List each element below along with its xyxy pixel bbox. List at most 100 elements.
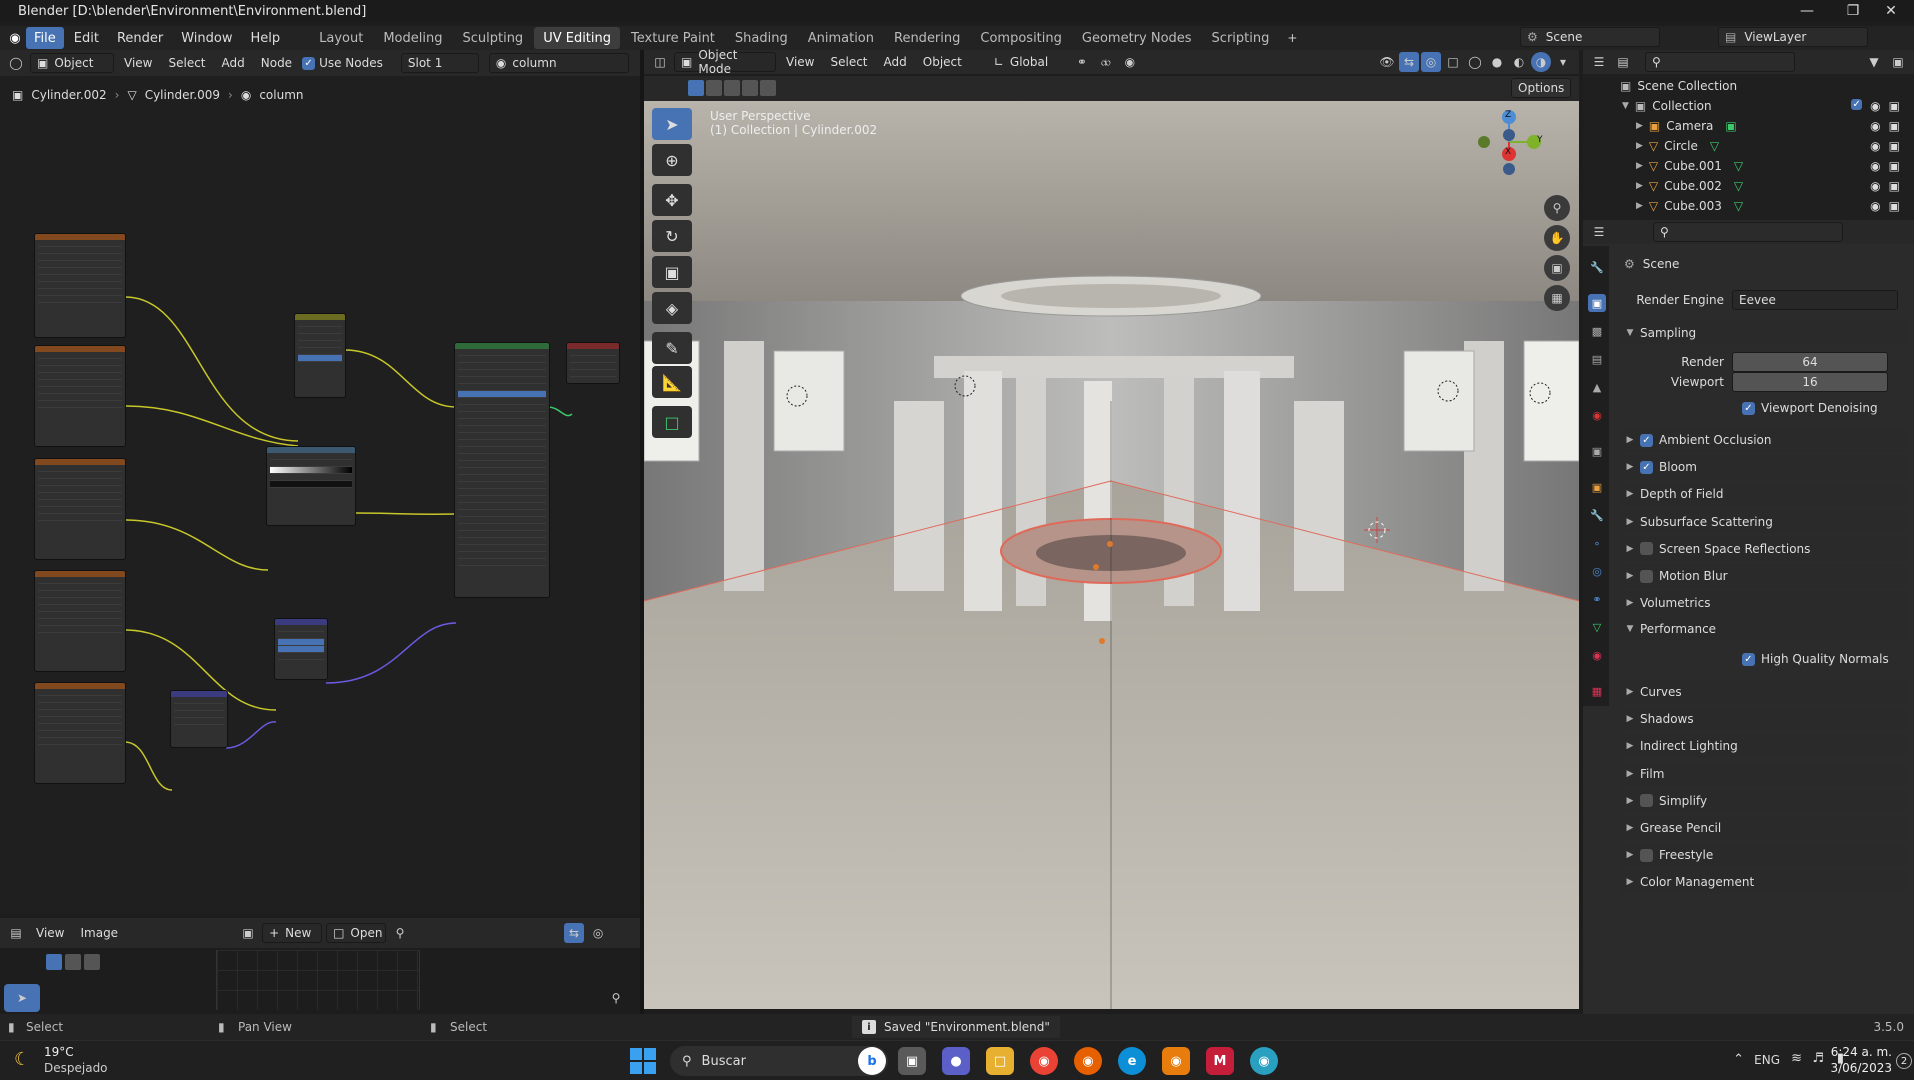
material-tab-icon[interactable]: ◉ [1588, 646, 1606, 664]
viewport-denoising-row[interactable]: ✓ Viewport Denoising [1620, 397, 1906, 419]
display-mode-icon[interactable]: ▤ [1613, 52, 1633, 72]
blender-taskbar-icon[interactable]: ◉ [1162, 1047, 1190, 1075]
overlay-icon[interactable]: ◎ [588, 923, 608, 943]
select-box-icon[interactable] [46, 954, 62, 970]
image-texture-node[interactable] [34, 570, 126, 672]
image-texture-node[interactable] [34, 233, 126, 338]
render-tab-icon[interactable]: ▣ [1588, 294, 1606, 312]
new-collection-icon[interactable]: ▣ [1888, 52, 1908, 72]
viewlayer-selector[interactable]: ▤ ViewLayer [1718, 27, 1868, 47]
checkbox-icon[interactable] [1640, 569, 1653, 583]
view-layer-tab-icon[interactable]: ▤ [1588, 350, 1606, 368]
outliner-item-circle[interactable]: ▶ ▽ Circle ▽ ◉ ▣ [1600, 136, 1910, 156]
scale-tool-icon[interactable]: ▣ [652, 256, 692, 288]
material-shading-icon[interactable]: ◐ [1509, 52, 1529, 72]
image-browse-icon[interactable]: ▣ [238, 923, 258, 943]
tab-sculpting[interactable]: Sculpting [453, 27, 532, 49]
physics-tab-icon[interactable]: ◎ [1588, 562, 1606, 580]
panel-bloom[interactable]: ▶ ✓ Bloom [1620, 455, 1906, 480]
high-quality-normals-row[interactable]: ✓ High Quality Normals [1620, 648, 1906, 670]
material-output-node[interactable] [566, 342, 620, 384]
panel-ambient-occlusion[interactable]: ▶ ✓ Ambient Occlusion [1620, 428, 1906, 452]
shader-editor[interactable]: ◯ ▣ Object View Select Add Node ✓ Use No… [0, 50, 640, 914]
tab-modeling[interactable]: Modeling [374, 27, 451, 49]
windows-start-icon[interactable] [630, 1048, 656, 1074]
language-indicator[interactable]: ENG [1754, 1053, 1780, 1067]
select-tool-icon[interactable]: ➤ [652, 108, 692, 140]
panel-grease-pencil[interactable]: ▶ Grease Pencil [1620, 816, 1906, 840]
outliner-scene-collection[interactable]: ▣ Scene Collection [1600, 76, 1910, 96]
tab-scripting[interactable]: Scripting [1203, 27, 1279, 49]
tab-geometry-nodes[interactable]: Geometry Nodes [1073, 27, 1201, 49]
select-extend-icon[interactable] [65, 954, 81, 970]
volume-icon[interactable]: ♬ [1812, 1051, 1824, 1066]
image-texture-node[interactable] [34, 682, 126, 784]
bump-node[interactable] [274, 618, 328, 680]
use-nodes-toggle[interactable]: ✓ Use Nodes [302, 56, 383, 70]
viewport-samples-field[interactable]: 16 [1732, 372, 1888, 392]
image-texture-node[interactable] [34, 345, 126, 447]
file-explorer-icon[interactable]: □ [986, 1047, 1014, 1075]
overlay-toggle-icon[interactable]: ◎ [1421, 52, 1441, 72]
blender-logo-icon[interactable]: ◉ [4, 27, 26, 49]
cursor-tool-icon[interactable]: ⊕ [652, 144, 692, 176]
eye-icon[interactable]: ◉ [1870, 199, 1880, 213]
tab-compositing[interactable]: Compositing [971, 27, 1071, 49]
panel-volumetrics[interactable]: ▶ Volumetrics [1620, 591, 1906, 616]
outliner-item-cube-002[interactable]: ▶ ▽ Cube.002 ▽ ◉ ▣ [1600, 176, 1910, 196]
camera-icon[interactable]: ▣ [1889, 119, 1900, 133]
tab-uv-editing[interactable]: UV Editing [534, 27, 621, 49]
zoom-view-icon[interactable]: ⚲ [1544, 195, 1570, 221]
pan-view-icon[interactable]: ✋ [1544, 225, 1570, 251]
editor-type-icon[interactable]: ▤ [6, 923, 26, 943]
constraints-tab-icon[interactable]: ⚭ [1588, 590, 1606, 608]
collection-tab-icon[interactable]: ▣ [1588, 442, 1606, 460]
camera-icon[interactable]: ▣ [1889, 199, 1900, 213]
panel-depth-of-field[interactable]: ▶ Depth of Field [1620, 482, 1906, 507]
move-tool-icon[interactable]: ✥ [652, 184, 692, 216]
open-image-button[interactable]: □ Open [326, 923, 387, 943]
close-button[interactable]: ✕ [1868, 0, 1914, 22]
editor-type-icon[interactable]: ◫ [650, 52, 670, 72]
tool-tab-icon[interactable]: 🔧 [1588, 258, 1606, 276]
bing-icon[interactable]: b [858, 1047, 886, 1075]
app-m-icon[interactable]: M [1206, 1047, 1234, 1075]
menu-window[interactable]: Window [173, 27, 240, 49]
clock-date[interactable]: 3/06/2023 [1830, 1061, 1892, 1075]
scene-selector[interactable]: ⚙ Scene [1520, 27, 1660, 47]
visibility-icon[interactable]: 👁 [1377, 52, 1397, 72]
viewport-menu-object[interactable]: Object [917, 55, 968, 69]
particles-tab-icon[interactable]: ∘ [1588, 534, 1606, 552]
image-menu-view[interactable]: View [30, 926, 70, 940]
chrome-icon[interactable]: ◉ [1030, 1047, 1058, 1075]
node-menu-view[interactable]: View [118, 56, 158, 70]
select-intersect-icon[interactable] [760, 80, 776, 96]
weather-desc[interactable]: Despejado [44, 1061, 108, 1075]
render-engine-dropdown[interactable]: Eevee [1732, 290, 1898, 310]
taskbar-search[interactable]: ⚲ Buscar [670, 1046, 888, 1076]
xray-icon[interactable]: □ [1443, 52, 1463, 72]
minimize-button[interactable]: — [1784, 0, 1830, 22]
panel-motion-blur[interactable]: ▶ Motion Blur [1620, 564, 1906, 588]
solid-shading-icon[interactable]: ● [1487, 52, 1507, 72]
node-menu-select[interactable]: Select [162, 56, 211, 70]
tab-animation[interactable]: Animation [799, 27, 883, 49]
panel-shadows[interactable]: ▶ Shadows [1620, 707, 1906, 732]
performance-panel-header[interactable]: ▼ Performance [1620, 617, 1906, 641]
eye-icon[interactable]: ◉ [1870, 99, 1880, 113]
menu-help[interactable]: Help [243, 27, 289, 49]
orientation-dropdown[interactable]: ∟ Global [988, 52, 1068, 72]
outliner-item-cube-003[interactable]: ▶ ▽ Cube.003 ▽ ◉ ▣ [1600, 196, 1910, 216]
eye-icon[interactable]: ◉ [1870, 119, 1880, 133]
exclude-checkbox[interactable]: ✓ [1851, 99, 1863, 110]
eye-icon[interactable]: ◉ [1870, 159, 1880, 173]
camera-view-icon[interactable]: ▣ [1544, 255, 1570, 281]
properties-search[interactable]: ⚲ [1653, 222, 1843, 242]
image-editor[interactable]: ▤ View Image ▣ + New □ Open ⚲ ⇆ ◎ ➤ ⚲ [0, 918, 640, 1014]
filter-icon[interactable]: ▼ [1864, 52, 1884, 72]
pin-icon[interactable]: ⚲ [390, 923, 410, 943]
outliner-item-cube-001[interactable]: ▶ ▽ Cube.001 ▽ ◉ ▣ [1600, 156, 1910, 176]
editor-type-icon[interactable]: ☰ [1589, 52, 1609, 72]
camera-icon[interactable]: ▣ [1889, 99, 1900, 113]
principled-bsdf-node[interactable] [454, 342, 550, 598]
